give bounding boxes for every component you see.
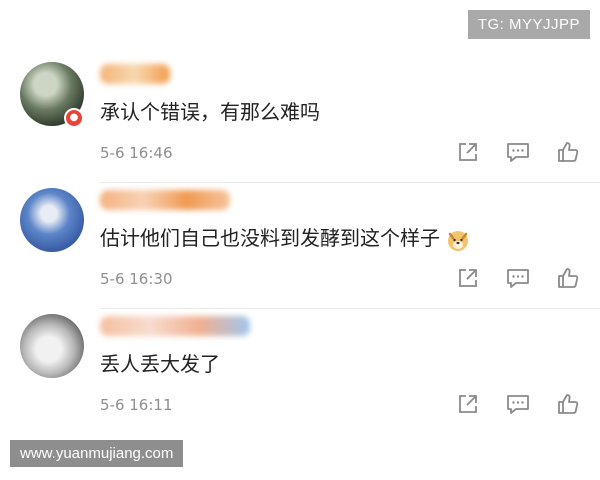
comment-actions bbox=[456, 140, 580, 164]
avatar[interactable] bbox=[20, 314, 84, 378]
comment-text: 丢人丢大发了 bbox=[100, 352, 220, 376]
username-blurred[interactable] bbox=[100, 190, 230, 210]
avatar[interactable] bbox=[20, 188, 84, 252]
verified-badge-icon: ● bbox=[64, 108, 84, 128]
divider bbox=[100, 182, 600, 183]
comment-icon[interactable] bbox=[506, 266, 530, 290]
comment-timestamp: 5-6 16:46 bbox=[100, 144, 173, 162]
share-icon[interactable] bbox=[456, 392, 480, 416]
doge-emoji-icon bbox=[446, 228, 470, 252]
comment-actions bbox=[456, 392, 580, 416]
username-blurred[interactable] bbox=[100, 316, 250, 336]
divider bbox=[100, 308, 600, 309]
thumbs-up-icon[interactable] bbox=[556, 392, 580, 416]
comment-timestamp: 5-6 16:30 bbox=[100, 270, 173, 288]
comment-timestamp: 5-6 16:11 bbox=[100, 396, 173, 414]
comment-actions bbox=[456, 266, 580, 290]
share-icon[interactable] bbox=[456, 266, 480, 290]
share-icon[interactable] bbox=[456, 140, 480, 164]
thumbs-up-icon[interactable] bbox=[556, 266, 580, 290]
comment-text: 承认个错误，有那么难吗 bbox=[100, 100, 320, 124]
tg-badge: TG: MYYJJPP bbox=[467, 10, 590, 39]
comment-icon[interactable] bbox=[506, 140, 530, 164]
comment-icon[interactable] bbox=[506, 392, 530, 416]
watermark: www.yuanmujiang.com bbox=[10, 440, 184, 467]
thumbs-up-icon[interactable] bbox=[556, 140, 580, 164]
comment-text: 估计他们自己也没料到发酵到这个样子 bbox=[100, 222, 470, 252]
username-blurred[interactable] bbox=[100, 64, 170, 84]
